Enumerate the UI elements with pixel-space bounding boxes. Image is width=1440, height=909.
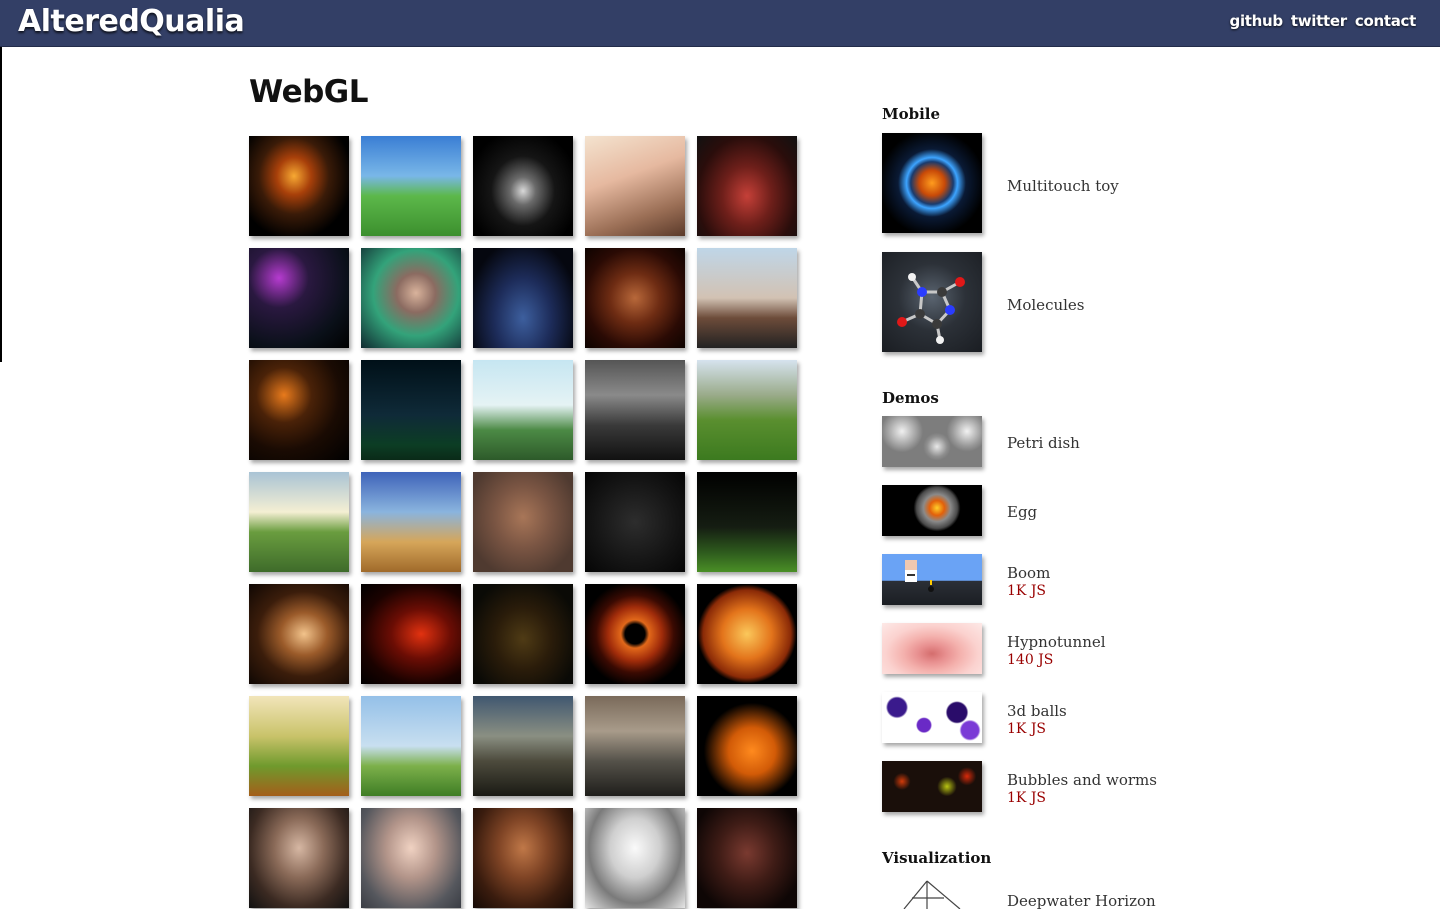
webgl-thumbnail[interactable] [361,808,461,908]
webgl-thumbnail[interactable] [585,136,685,236]
webgl-thumbnail[interactable] [697,808,797,908]
sidebar-item-boom[interactable]: Boom 1K JS [882,554,1242,605]
nav-link-github[interactable]: github [1230,12,1284,30]
webgl-thumbnail[interactable] [473,360,573,460]
webgl-thumbnail[interactable] [361,360,461,460]
boom-size-tag: 1K JS [1007,583,1047,599]
section-heading-mobile: Mobile [882,105,941,123]
nav-link-twitter[interactable]: twitter [1291,12,1347,30]
deepwater-horizon-link[interactable]: Deepwater Horizon [1007,892,1156,909]
webgl-thumbnail[interactable] [249,696,349,796]
webgl-thumbnail[interactable] [585,248,685,348]
webgl-thumbnail[interactable] [361,696,461,796]
petri-dish-link[interactable]: Petri dish [1007,434,1080,452]
section-heading-visualization: Visualization [882,849,992,867]
section-heading-demos: Demos [882,389,939,407]
sidebar-item-molecules[interactable]: Molecules [882,252,1242,352]
top-nav-links: github twitter contact [1230,12,1417,30]
3d-balls-thumbnail[interactable] [882,692,982,743]
sidebar-item-multitouch-toy[interactable]: Multitouch toy [882,133,1242,233]
sidebar-item-3d-balls[interactable]: 3d balls 1K JS [882,692,1242,743]
egg-link[interactable]: Egg [1007,503,1037,521]
webgl-thumbnail[interactable] [249,360,349,460]
3d-balls-link[interactable]: 3d balls [1007,702,1067,720]
sidebar-item-egg[interactable]: Egg [882,485,1242,536]
page-title: WebGL [249,74,369,110]
webgl-thumbnail[interactable] [697,136,797,236]
webgl-thumbnail[interactable] [249,584,349,684]
sidebar-item-hypnotunnel[interactable]: Hypnotunnel 140 JS [882,623,1242,674]
webgl-thumbnail[interactable] [361,584,461,684]
3d-balls-size-tag: 1K JS [1007,721,1047,737]
webgl-thumbnail[interactable] [585,472,685,572]
bubbles-and-worms-link[interactable]: Bubbles and worms [1007,771,1157,789]
petri-dish-thumbnail[interactable] [882,416,982,467]
bubbles-and-worms-size-tag: 1K JS [1007,790,1047,806]
sidebar-item-deepwater-horizon[interactable]: Deepwater Horizon [882,878,1242,909]
webgl-thumbnail[interactable] [361,248,461,348]
webgl-thumbnail[interactable] [473,136,573,236]
multitouch-toy-link[interactable]: Multitouch toy [1007,177,1119,195]
webgl-thumbnail[interactable] [249,808,349,908]
nav-link-contact[interactable]: contact [1355,12,1416,30]
webgl-thumbnail[interactable] [697,584,797,684]
webgl-thumbnail[interactable] [361,472,461,572]
webgl-thumbnail[interactable] [473,696,573,796]
webgl-thumbnail[interactable] [585,696,685,796]
webgl-thumbnail[interactable] [249,136,349,236]
webgl-thumbnail[interactable] [249,248,349,348]
webgl-thumbnail[interactable] [697,696,797,796]
molecule-drawing [897,273,965,344]
webgl-thumbnail[interactable] [697,472,797,572]
hypnotunnel-thumbnail[interactable] [882,623,982,674]
webgl-thumbnail[interactable] [249,472,349,572]
webgl-thumbnail[interactable] [473,248,573,348]
top-navigation-bar: AlteredQualia github twitter contact [0,0,1440,47]
egg-thumbnail[interactable] [882,485,982,536]
rig-drawing [903,880,961,909]
webgl-thumbnail[interactable] [473,584,573,684]
webgl-thumbnail[interactable] [361,136,461,236]
boom-thumbnail[interactable] [882,554,982,605]
webgl-thumbnail[interactable] [585,808,685,908]
webgl-thumbnail[interactable] [697,248,797,348]
deepwater-horizon-thumbnail[interactable] [882,878,982,909]
boom-figure-drawing [905,560,934,592]
webgl-thumbnail[interactable] [473,808,573,908]
site-logo-link[interactable]: AlteredQualia [18,4,245,39]
hypnotunnel-link[interactable]: Hypnotunnel [1007,633,1106,651]
molecules-link[interactable]: Molecules [1007,296,1085,314]
boom-link[interactable]: Boom [1007,564,1050,582]
molecules-thumbnail[interactable] [882,252,982,352]
webgl-thumbnail[interactable] [585,584,685,684]
webgl-thumbnail[interactable] [697,360,797,460]
hypnotunnel-size-tag: 140 JS [1007,652,1054,668]
multitouch-toy-thumbnail[interactable] [882,133,982,233]
sidebar-item-bubbles-and-worms[interactable]: Bubbles and worms 1K JS [882,761,1242,812]
webgl-thumbnail[interactable] [473,472,573,572]
sidebar-item-petri-dish[interactable]: Petri dish [882,416,1242,467]
bubbles-and-worms-thumbnail[interactable] [882,761,982,812]
webgl-thumbnail[interactable] [585,360,685,460]
webgl-thumbnail-grid [249,136,797,908]
left-border [0,47,2,362]
